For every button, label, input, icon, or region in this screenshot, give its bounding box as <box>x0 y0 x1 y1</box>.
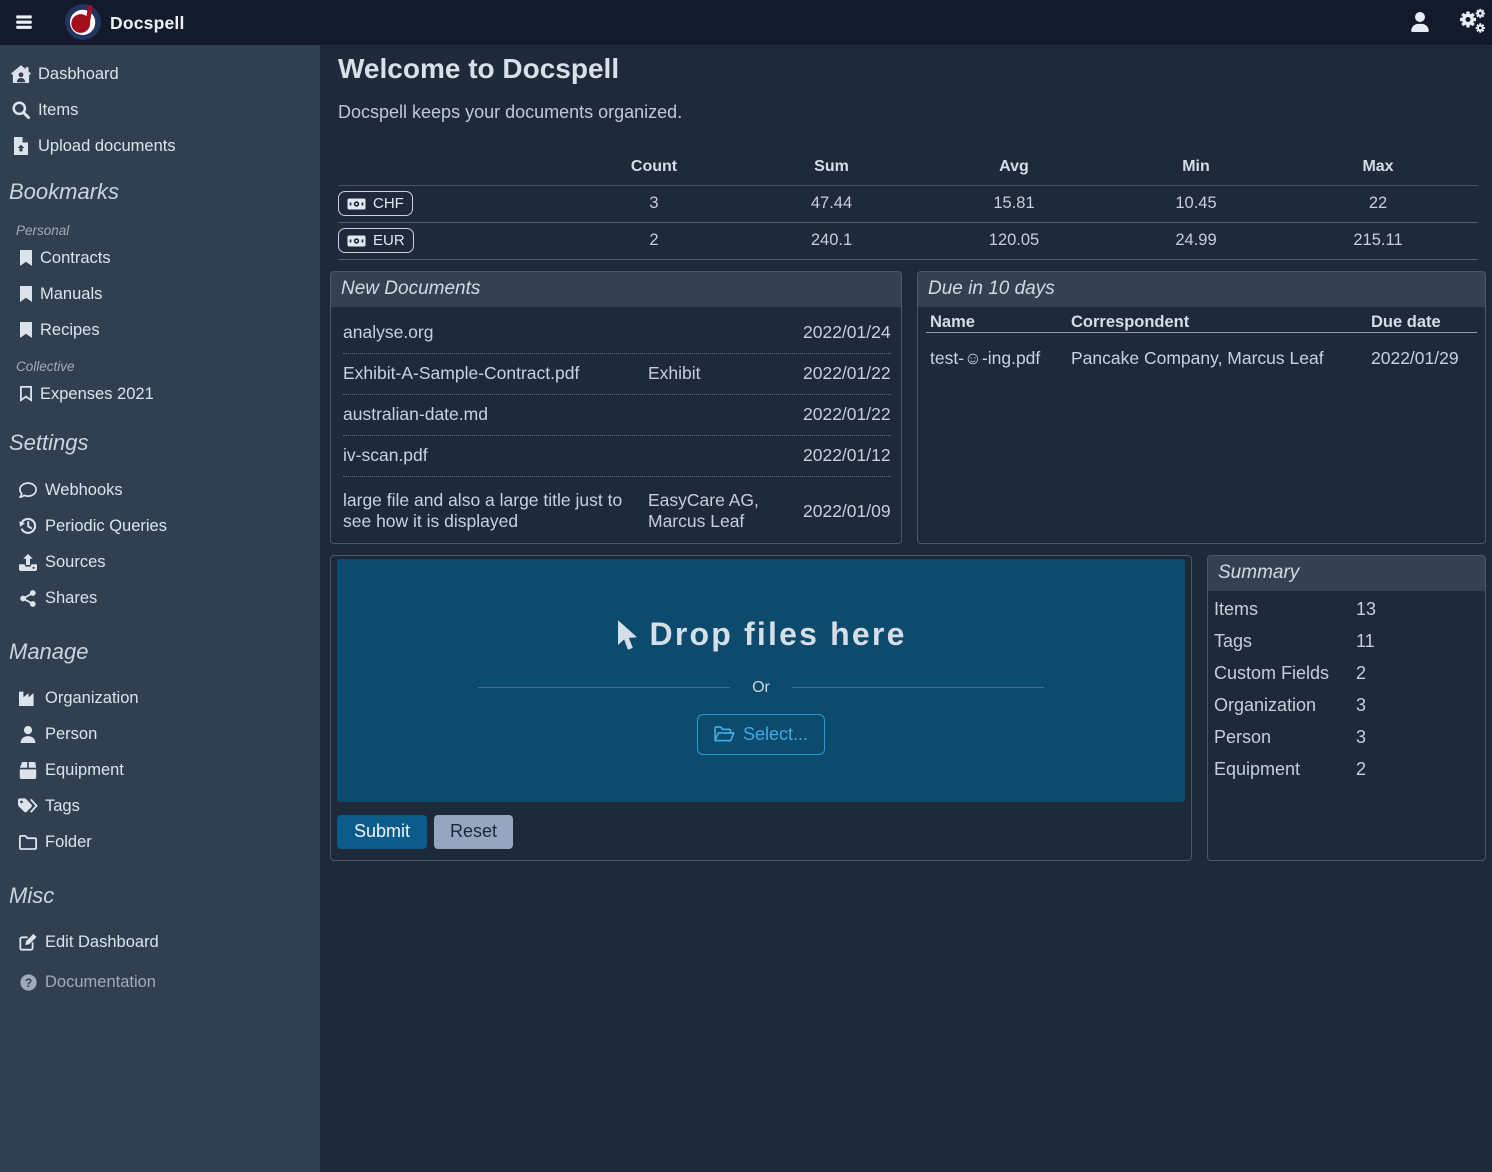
svg-text:?: ? <box>24 975 31 989</box>
